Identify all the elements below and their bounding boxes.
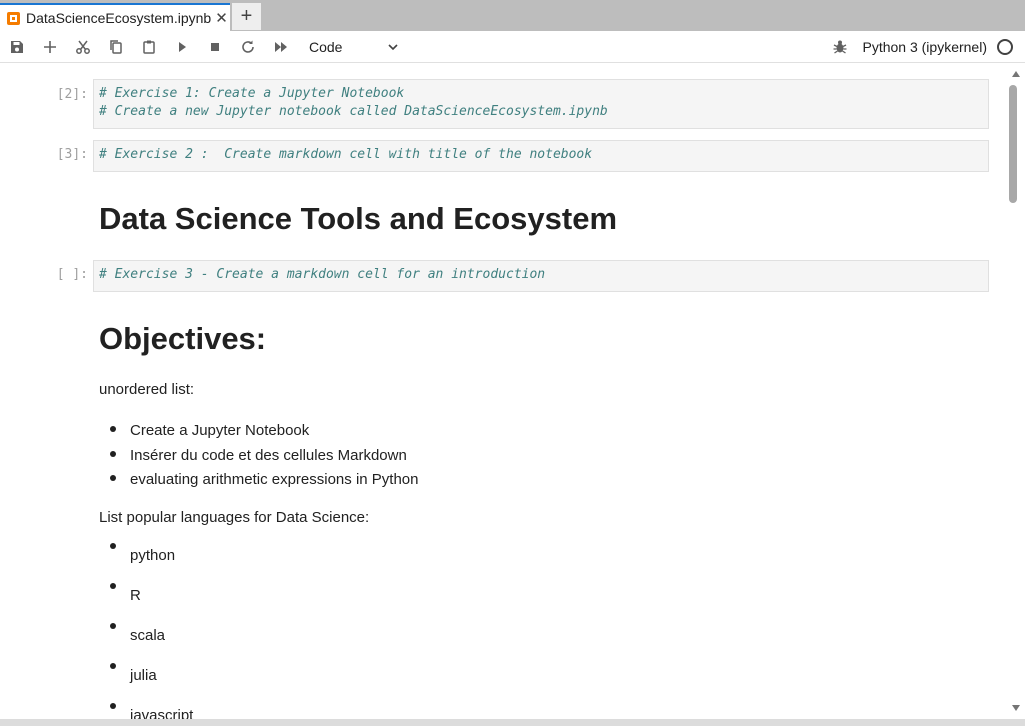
code-line: # Exercise 2 : Create markdown cell with… (99, 147, 593, 162)
notebook-title: Data Science Tools and Ecosystem (99, 201, 618, 236)
code-line: # Exercise 1: Create a Jupyter Notebook (99, 86, 405, 101)
paragraph: unordered list: (99, 381, 195, 398)
notebook-tab[interactable]: DataScienceEcosystem.ipynb ✕ (0, 3, 230, 31)
stop-button[interactable] (198, 32, 231, 62)
run-button[interactable] (165, 32, 198, 62)
paragraph: List popular languages for Data Science: (99, 508, 370, 526)
scroll-down-icon[interactable] (1012, 705, 1020, 711)
tab-bar: DataScienceEcosystem.ipynb ✕ + (0, 0, 1025, 31)
code-editor[interactable]: # Exercise 3 - Create a markdown cell fo… (93, 260, 989, 292)
list-item: Insérer du code et des cellules Markdown (99, 444, 419, 469)
list-item: Create a Jupyter Notebook (99, 419, 419, 444)
restart-icon (241, 40, 254, 53)
add-cell-button[interactable] (33, 32, 66, 62)
kernel-status-icon (997, 39, 1013, 55)
list-item: javascript (99, 696, 419, 719)
cut-button[interactable] (66, 32, 99, 62)
code-line: # Exercise 3 - Create a markdown cell fo… (99, 267, 546, 282)
languages-list: python R scala julia javascript (99, 536, 419, 719)
restart-run-all-button[interactable] (264, 32, 297, 62)
stop-icon (210, 42, 219, 51)
run-icon (178, 41, 186, 52)
copy-button[interactable] (99, 32, 132, 62)
paste-button[interactable] (132, 32, 165, 62)
objectives-heading: Objectives: (99, 321, 267, 356)
tab-title: DataScienceEcosystem.ipynb (26, 10, 212, 26)
save-icon (10, 40, 23, 53)
add-cell-icon (43, 40, 56, 53)
list-item: scala (99, 616, 419, 656)
vertical-scrollbar[interactable] (1007, 63, 1025, 719)
notebook-panel: [2]: # Exercise 1: Create a Jupyter Note… (0, 63, 1007, 719)
code-editor[interactable]: # Exercise 2 : Create markdown cell with… (93, 140, 989, 172)
execution-prompt: [2]: (56, 87, 88, 102)
fast-forward-icon (274, 41, 287, 52)
execution-prompt: [ ]: (56, 267, 88, 282)
chevron-down-icon (388, 43, 398, 50)
debugger-icon[interactable] (832, 39, 848, 55)
save-button[interactable] (0, 32, 33, 62)
cut-icon (75, 40, 90, 54)
horizontal-scrollbar[interactable] (0, 719, 1025, 726)
list-item: R (99, 576, 419, 616)
objectives-list: Create a Jupyter Notebook Insérer du cod… (99, 419, 419, 493)
paste-icon (142, 40, 155, 54)
close-tab-icon[interactable]: ✕ (215, 11, 228, 26)
execution-prompt: [3]: (56, 147, 88, 162)
notebook-toolbar: Code Python 3 (ipykernel) (0, 31, 1025, 63)
list-item: evaluating arithmetic expressions in Pyt… (99, 468, 419, 493)
list-item: julia (99, 656, 419, 696)
cell-type-value: Code (309, 38, 343, 55)
code-editor[interactable]: # Exercise 1: Create a Jupyter Notebook … (93, 79, 989, 129)
markdown-cell[interactable]: Data Science Tools and Ecosystem (99, 201, 617, 237)
markdown-cell[interactable]: Objectives: unordered list: Create a Jup… (99, 321, 419, 719)
cell-type-select[interactable]: Code (309, 39, 399, 55)
kernel-name[interactable]: Python 3 (ipykernel) (862, 39, 987, 55)
code-line: # Create a new Jupyter notebook called D… (99, 104, 608, 119)
new-tab-button[interactable]: + (232, 3, 261, 30)
copy-icon (109, 39, 122, 54)
notebook-icon (7, 11, 20, 25)
scroll-up-icon[interactable] (1012, 71, 1020, 77)
scroll-thumb[interactable] (1009, 85, 1017, 203)
list-item: python (99, 536, 419, 576)
kernel-area: Python 3 (ipykernel) (832, 31, 1025, 63)
restart-button[interactable] (231, 32, 264, 62)
